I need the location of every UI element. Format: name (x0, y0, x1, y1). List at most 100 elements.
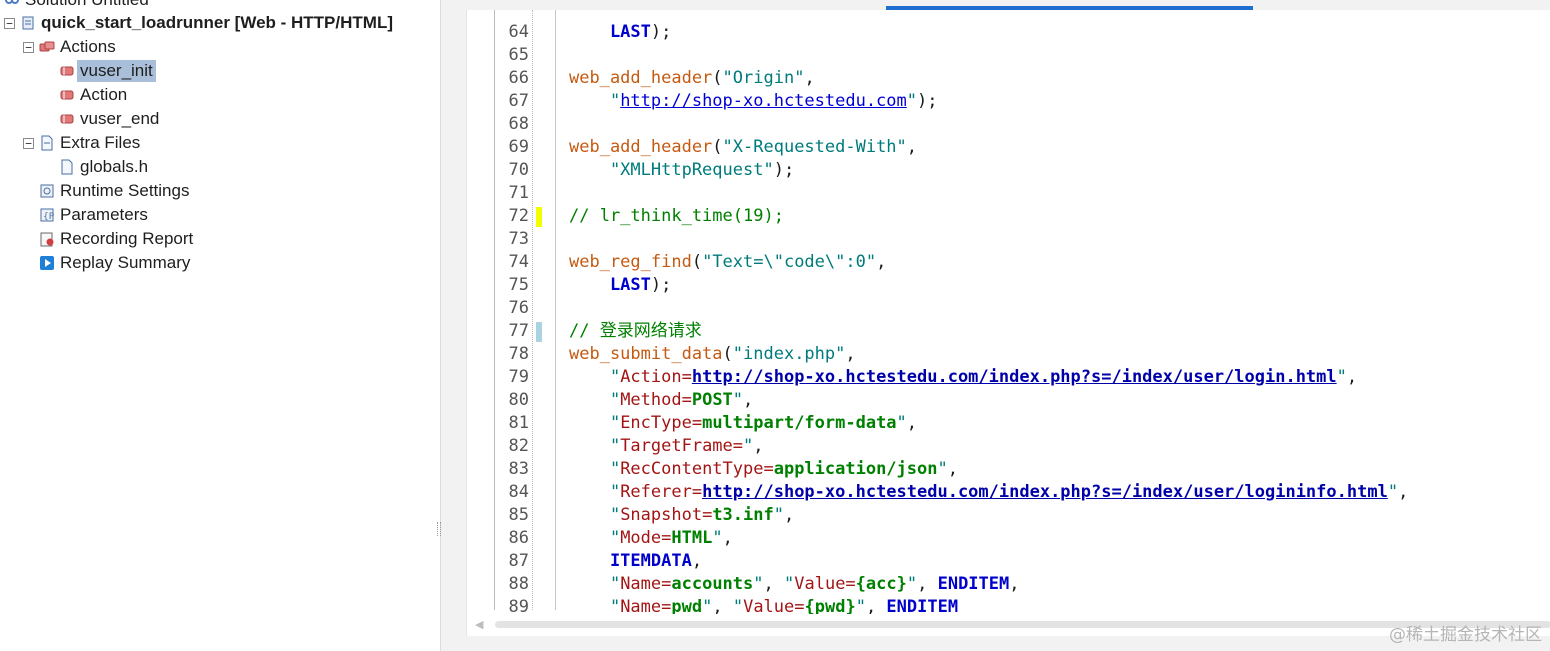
splitter-handle[interactable] (437, 522, 441, 536)
code-line[interactable]: 80 "Method=POST", (467, 389, 1550, 412)
code-token: multipart/form-data (702, 413, 897, 433)
line-number: 80 (508, 390, 529, 410)
horizontal-scrollbar[interactable]: ◀ (467, 614, 1550, 636)
code-token: ( (712, 137, 723, 157)
code-token: "X-Requested-With" (722, 137, 907, 157)
tree-item-solution[interactable]: Solution Untitled (4, 0, 149, 11)
line-number: 72 (508, 206, 529, 226)
solution-icon (5, 0, 19, 4)
tree-item-label: Runtime Settings (60, 181, 190, 200)
tree-item-vuser-end[interactable]: vuser_end (59, 108, 159, 130)
code-token: TargetFrame= (620, 436, 744, 456)
line-number: 79 (508, 367, 529, 387)
code-line[interactable]: 70 "XMLHttpRequest"); (467, 159, 1550, 182)
line-number: 75 (508, 275, 529, 295)
code-line[interactable]: 75 LAST); (467, 274, 1550, 297)
code-editor[interactable]: 64 LAST); 65 66 web_add_header("Origin", 67 … (466, 10, 1550, 636)
tree-item-label: Actions (60, 37, 116, 56)
line-number: 82 (508, 436, 529, 456)
tree-item-runtime-settings[interactable]: Runtime Settings (39, 180, 189, 202)
parameters-icon: {P} (40, 208, 55, 222)
line-number: 66 (508, 68, 529, 88)
code-line[interactable]: 82 "TargetFrame=", (467, 435, 1550, 458)
code-token: web_add_header (569, 137, 713, 157)
tree-item-script[interactable]: − quick_start_loadrunner [Web - HTTP/HTM… (4, 12, 393, 34)
code-token: " (743, 436, 754, 456)
action-icon (60, 90, 74, 100)
code-line[interactable]: 81 "EncType=multipart/form-data", (467, 412, 1550, 435)
code-text: "XMLHttpRequest"); (569, 159, 794, 182)
code-text: "TargetFrame=", (569, 435, 764, 458)
code-token: , (906, 413, 918, 433)
line-number: 71 (508, 183, 529, 203)
line-number: 68 (508, 114, 529, 134)
change-marker (536, 322, 542, 342)
tree-item-recording-report[interactable]: Recording Report (39, 228, 193, 250)
tree-item-label: Replay Summary (60, 253, 191, 272)
code-line[interactable]: 88 "Name=accounts", "Value={acc}", ENDIT… (467, 573, 1550, 596)
line-number: 88 (508, 574, 529, 594)
code-token: POST (691, 390, 733, 410)
collapse-toggle[interactable]: − (4, 17, 15, 29)
code-token: HTML (671, 528, 713, 548)
code-line[interactable]: 84 "Referer=http://shop-xo.hctestedu.com… (467, 481, 1550, 504)
code-line[interactable]: 68 (467, 113, 1550, 136)
code-line[interactable]: 72 // lr_think_time(19); (467, 205, 1550, 228)
code-line[interactable]: 86 "Mode=HTML", (467, 527, 1550, 550)
code-line[interactable]: 78 web_submit_data("index.php", (467, 343, 1550, 366)
tree-item-parameters[interactable]: {P} Parameters (39, 204, 148, 226)
code-token: , (804, 68, 815, 88)
play-icon (40, 256, 54, 270)
tree-item-label: globals.h (80, 157, 149, 176)
script-icon (22, 16, 34, 30)
tree-item-label: Action (80, 85, 128, 104)
code-token: , (1346, 367, 1358, 387)
code-token: http://shop-xo.hctestedu.com/index.php?s… (691, 367, 1337, 387)
code-text: // 登录网络请求 (569, 320, 702, 343)
scroll-left-icon[interactable]: ◀ (475, 618, 483, 631)
change-marker (536, 207, 542, 227)
code-token: // 登录网络请求 (569, 321, 702, 341)
code-line[interactable]: 85 "Snapshot=t3.inf", (467, 504, 1550, 527)
code-line[interactable]: 79 "Action=http://shop-xo.hctestedu.com/… (467, 366, 1550, 389)
tree-item-actions[interactable]: − Actions (23, 36, 116, 58)
tree-item-globals[interactable]: globals.h (59, 156, 148, 178)
code-token: , (845, 344, 856, 364)
tree-item-action[interactable]: Action (59, 84, 127, 106)
code-token: , (753, 436, 764, 456)
code-line[interactable]: 66 web_add_header("Origin", (467, 67, 1550, 90)
code-line[interactable]: 77 // 登录网络请求 (467, 320, 1550, 343)
code-line[interactable]: 69 web_add_header("X-Requested-With", (467, 136, 1550, 159)
code-token: web_submit_data (569, 344, 723, 364)
code-token: Mode= (620, 528, 672, 548)
tree-item-vuser-init[interactable]: vuser_init (59, 60, 156, 82)
code-token: " (569, 459, 621, 479)
tree-item-replay-summary[interactable]: Replay Summary (39, 252, 190, 274)
code-line[interactable]: 83 "RecContentType=application/json", (467, 458, 1550, 481)
code-line[interactable]: 65 (467, 44, 1550, 67)
tree-item-label: Extra Files (60, 133, 141, 152)
file-icon (41, 135, 53, 151)
tree-item-label: Recording Report (60, 229, 194, 248)
code-token: ENDITEM (937, 574, 1010, 594)
tree-item-extra-files[interactable]: − Extra Files (23, 132, 140, 154)
line-number: 78 (508, 344, 529, 364)
code-line[interactable]: 73 (467, 228, 1550, 251)
collapse-toggle[interactable]: − (23, 41, 34, 53)
code-token: Value= (794, 574, 856, 594)
report-icon (40, 232, 54, 247)
collapse-toggle[interactable]: − (23, 137, 34, 149)
code-line[interactable]: 67 "http://shop-xo.hctestedu.com"); (467, 90, 1550, 113)
code-text: web_reg_find("Text=\"code\":0", (569, 251, 886, 274)
code-token: " (937, 459, 948, 479)
code-token: "Text=\"code\":0" (702, 252, 877, 272)
code-token: " (1336, 367, 1347, 387)
code-line[interactable]: 64 LAST); (467, 21, 1550, 44)
code-token: "XMLHttpRequest" (569, 160, 774, 180)
code-line[interactable]: 71 (467, 182, 1550, 205)
code-text: // lr_think_time(19); (569, 205, 784, 228)
code-line[interactable]: 87 ITEMDATA, (467, 550, 1550, 573)
line-number: 65 (508, 45, 529, 65)
code-line[interactable]: 74 web_reg_find("Text=\"code\":0", (467, 251, 1550, 274)
code-line[interactable]: 76 (467, 297, 1550, 320)
